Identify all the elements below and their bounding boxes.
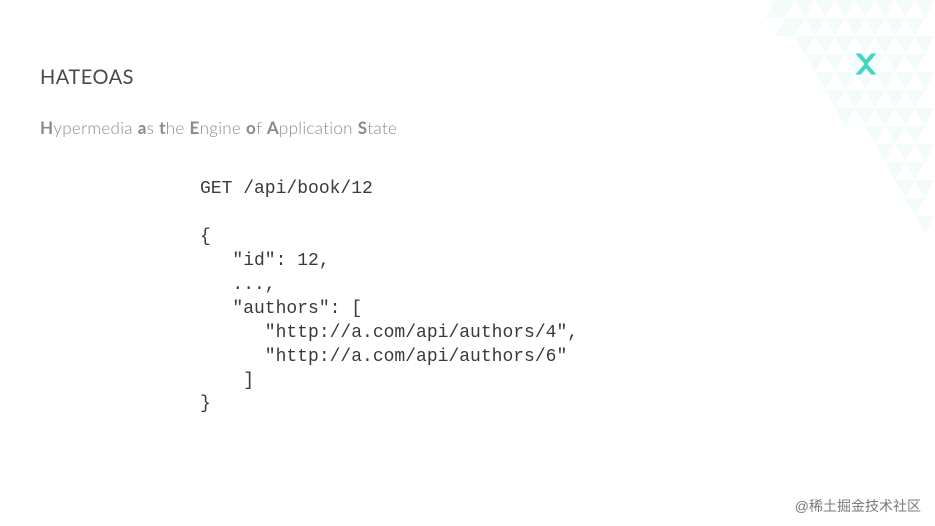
acronym-letter: t	[159, 117, 166, 138]
acronym-word: s	[147, 117, 159, 138]
acronym-word: ypermedia	[53, 117, 137, 138]
acronym-word: pplication	[279, 117, 358, 138]
acronym-letter: S	[358, 117, 368, 138]
brand-logo-icon	[852, 50, 880, 82]
acronym-word: ngine	[200, 117, 246, 138]
acronym-letter: A	[267, 117, 279, 138]
acronym-word: tate	[367, 117, 397, 138]
acronym-word: f	[256, 117, 267, 138]
slide-content: HATEOAS Hypermedia as the Engine of Appl…	[0, 0, 935, 417]
acronym-letter: E	[189, 117, 199, 138]
slide-subtitle: Hypermedia as the Engine of Application …	[40, 117, 895, 138]
acronym-letter: o	[246, 117, 256, 138]
acronym-word: he	[166, 117, 190, 138]
slide-title: HATEOAS	[40, 65, 895, 89]
acronym-letter: H	[40, 117, 53, 138]
acronym-letter: a	[138, 117, 147, 138]
code-example: GET /api/book/12 { "id": 12, ..., "autho…	[200, 178, 895, 417]
watermark-text: @稀土掘金技术社区	[795, 496, 921, 516]
